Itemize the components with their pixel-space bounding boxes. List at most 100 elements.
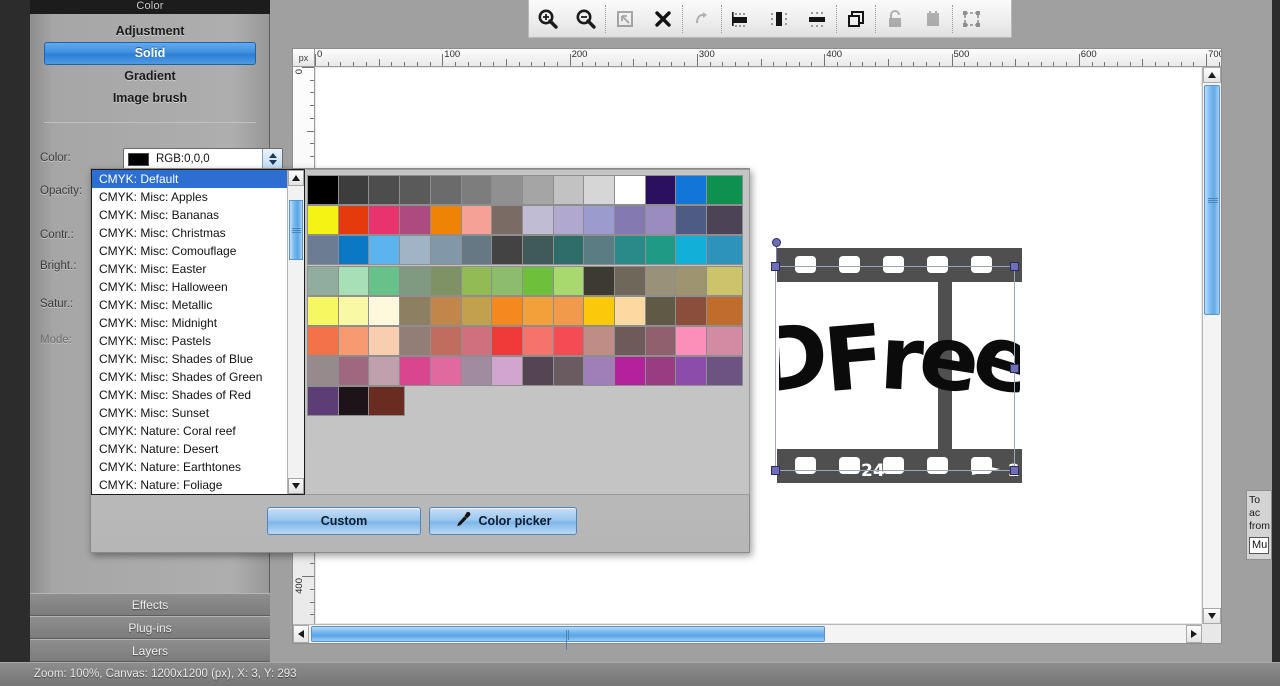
ruler-tick [310,601,314,603]
ruler-tick [353,62,355,66]
selection-rotate-handle[interactable] [772,238,781,247]
ruler-label: 200 [571,49,588,60]
left-gutter [0,0,30,662]
ruler-tick [607,62,609,66]
ruler-tick [518,62,520,66]
ruler-tick [595,62,597,66]
align-left-icon[interactable] [722,1,760,37]
palette-list-item[interactable]: CMYK: Misc: Bananas [92,206,287,224]
handle-bottom-left[interactable] [771,466,780,475]
canvas-vertical-scrollbar[interactable] [1202,67,1221,624]
palette-list-item[interactable]: CMYK: Misc: Shades of Blue [92,350,287,368]
ruler-tick [735,62,737,66]
ruler-label: 0 [317,49,323,60]
handle-bottom-right[interactable] [1010,466,1019,475]
vertical-scroll-thumb[interactable] [1204,85,1220,315]
mode-item-gradient[interactable]: Gradient [30,65,270,87]
scroll-up-icon[interactable] [1203,67,1221,83]
popup-footer: Custom Color picker [91,494,751,552]
canvas-horizontal-scrollbar[interactable] [293,624,1202,650]
palette-list-item[interactable]: CMYK: Misc: Easter [92,260,287,278]
mode-item-solid[interactable]: Solid [44,42,256,65]
palette-list-item[interactable]: CMYK: Misc: Sunset [92,404,287,422]
palette-list[interactable]: CMYK: Default CMYK: Misc: Apples CMYK: Mis… [92,170,287,494]
ruler-label: 300 [698,49,715,60]
ruler-tick [310,156,314,158]
palette-list-item[interactable]: CMYK: Nature: Earthtones [92,458,287,476]
palette-scroll-up-icon[interactable] [288,170,304,186]
palette-list-scrollbar[interactable] [287,170,304,494]
color-swatch[interactable] [706,295,744,326]
palette-list-item[interactable]: CMYK: Misc: Apples [92,188,287,206]
ruler-label: 0 [294,69,305,75]
ruler-tick [310,79,314,81]
ruler-tick [773,62,775,66]
right-side-panel: To ac from Mun [1246,490,1272,560]
plugins-button[interactable]: Plug-ins [30,616,270,639]
palette-list-item[interactable]: CMYK: Misc: Midnight [92,314,287,332]
handle-mid-right[interactable] [1010,363,1019,373]
palette-list-item[interactable]: CMYK: Misc: Metallic [92,296,287,314]
ruler-tick [404,62,406,66]
redo-icon[interactable] [683,1,721,37]
color-swatch[interactable] [706,326,744,356]
horizontal-scroll-thumb[interactable] [311,626,825,650]
delete-x-icon[interactable] [644,1,682,37]
horizontal-ruler[interactable]: 0 100 200 300 400 500 600 700 [315,49,1221,67]
color-swatch[interactable] [706,265,744,296]
ruler-label: 700 [1208,49,1221,60]
ruler-label: 100 [444,49,461,60]
ruler-tick [310,563,314,565]
ruler-tick [310,117,314,119]
palette-list-item[interactable]: CMYK: Misc: Christmas [92,224,287,242]
color-swatch[interactable] [706,356,744,387]
scroll-down-icon[interactable] [1203,608,1221,624]
ruler-tick [786,62,787,66]
palette-list-item[interactable]: CMYK: Nature: Foliage [92,476,287,494]
layers-button[interactable]: Layers [30,639,270,662]
align-center-vertical-icon[interactable] [760,1,798,37]
selection-bounding-box[interactable] [771,238,1019,475]
color-picker-button[interactable]: Color picker [429,507,577,535]
fit-selection-icon[interactable] [606,1,644,37]
palette-list-item[interactable]: CMYK: Nature: Coral reef [92,422,287,440]
right-panel-input[interactable]: Mun [1249,537,1269,554]
notes-icon[interactable] [914,1,952,37]
custom-button[interactable]: Custom [267,507,421,535]
scroll-right-icon[interactable] [1186,625,1202,643]
palette-list-item[interactable]: CMYK: Default [92,170,287,188]
palette-scroll-down-icon[interactable] [288,478,304,494]
palette-scroll-thumb[interactable] [289,200,303,260]
align-center-horizontal-icon[interactable] [798,1,836,37]
palette-list-item[interactable]: CMYK: Misc: Halloween [92,278,287,296]
color-swatch[interactable] [706,205,744,236]
lock-icon[interactable] [876,1,914,37]
combo-spinner-icon[interactable] [262,149,282,169]
palette-list-item[interactable]: CMYK: Misc: Shades of Red [92,386,287,404]
color-select-combo[interactable]: RGB:0,0,0 [123,148,283,170]
mode-item-adjustment[interactable]: Adjustment [30,20,270,42]
palette-list-item[interactable]: CMYK: Misc: Pastels [92,332,287,350]
color-swatch[interactable] [368,386,406,417]
color-swatch[interactable] [706,175,744,205]
label-saturation: Satur.: [40,298,74,310]
scroll-grip-icon [566,630,571,650]
palette-list-item[interactable]: CMYK: Misc: Shades of Green [92,368,287,386]
zoom-in-icon[interactable] [529,1,567,37]
color-swatch[interactable] [706,235,744,266]
zoom-out-icon[interactable] [567,1,605,37]
ruler-tick [1155,62,1157,66]
handle-top-right[interactable] [1010,262,1019,271]
palette-list-item[interactable]: CMYK: Nature: Desert [92,440,287,458]
label-mode: Mode: [40,334,72,346]
palette-list-item[interactable]: CMYK: Misc: Comouflage [92,242,287,260]
effects-button[interactable]: Effects [30,593,270,616]
ruler-tick [582,62,584,66]
mode-item-image-brush[interactable]: Image brush [30,87,270,109]
transform-icon[interactable] [953,1,991,37]
scroll-left-icon[interactable] [293,625,309,643]
ruler-tick [836,62,838,66]
ruler-tick [989,62,991,66]
handle-top-left[interactable] [771,262,780,271]
duplicate-icon[interactable] [837,1,875,37]
